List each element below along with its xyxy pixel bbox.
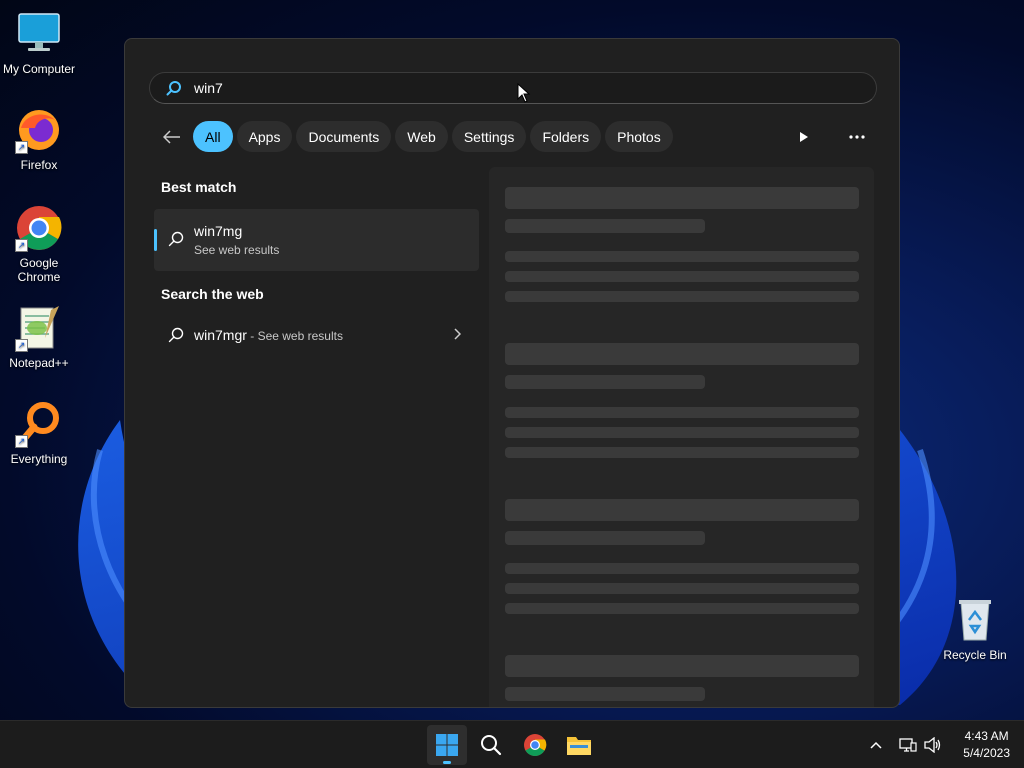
- search-panel: All Apps Documents Web Settings Folders …: [124, 38, 900, 708]
- skeleton-line: [505, 531, 705, 545]
- search-box[interactable]: [149, 72, 877, 104]
- filter-settings[interactable]: Settings: [451, 121, 527, 152]
- shortcut-arrow-icon: ↗: [15, 435, 28, 448]
- skeleton-line: [505, 219, 705, 233]
- filter-folders[interactable]: Folders: [530, 121, 602, 152]
- chrome-icon: ↗: [15, 204, 63, 252]
- start-button[interactable]: [427, 725, 467, 765]
- web-result-title: win7mgr: [194, 327, 247, 343]
- search-input[interactable]: [194, 80, 794, 96]
- ellipsis-icon: [849, 135, 865, 139]
- clock-button[interactable]: 4:43 AM 5/4/2023: [963, 728, 1010, 762]
- notepadpp-icon: ↗: [15, 304, 63, 352]
- desktop-icon-label: Everything: [10, 452, 68, 466]
- filter-documents[interactable]: Documents: [296, 121, 392, 152]
- monitor-icon: [15, 10, 63, 58]
- search-icon: [168, 231, 184, 247]
- back-button[interactable]: [157, 122, 187, 152]
- desktop-icon-notepadpp[interactable]: ↗ Notepad++: [0, 304, 78, 370]
- selection-accent: [154, 229, 157, 251]
- speaker-icon: [924, 737, 941, 753]
- desktop-icon-label: Firefox: [20, 158, 58, 172]
- desktop-icon-label: Notepad++: [9, 356, 69, 370]
- skeleton-line: [505, 563, 859, 574]
- chevron-right-icon[interactable]: [453, 328, 461, 340]
- desktop-icon-recycle-bin[interactable]: Recycle Bin: [936, 596, 1014, 662]
- skeleton-line: [505, 407, 859, 418]
- more-options-button[interactable]: [845, 126, 869, 148]
- skeleton-line: [505, 583, 859, 594]
- arrow-left-icon: [163, 129, 180, 144]
- folder-icon: [567, 737, 591, 755]
- desktop-icon-everything[interactable]: ↗ Everything: [0, 400, 78, 466]
- firefox-icon: ↗: [15, 106, 63, 154]
- search-icon: [168, 327, 184, 343]
- web-heading: Search the web: [161, 286, 264, 302]
- shortcut-arrow-icon: ↗: [15, 141, 28, 154]
- shortcut-arrow-icon: ↗: [15, 239, 28, 252]
- web-result-suffix: - See web results: [246, 329, 343, 343]
- chrome-icon: [524, 734, 547, 756]
- desktop-icon-firefox[interactable]: ↗ Firefox: [0, 106, 78, 172]
- filter-apps[interactable]: Apps: [236, 121, 293, 152]
- taskbar-file-explorer-button[interactable]: [559, 725, 599, 765]
- skeleton-line: [505, 251, 859, 262]
- network-icon: [899, 738, 917, 752]
- everything-search-icon: ↗: [15, 400, 63, 448]
- desktop-icon-label: My Computer: [2, 62, 76, 76]
- preview-pane: [489, 167, 874, 707]
- clock-time: 4:43 AM: [964, 729, 1009, 743]
- filter-photos[interactable]: Photos: [605, 121, 673, 152]
- volume-button[interactable]: [922, 725, 944, 765]
- mouse-cursor-icon: [517, 83, 531, 103]
- desktop-icon-label: Recycle Bin: [943, 648, 1007, 662]
- skeleton-title: [505, 343, 859, 365]
- skeleton-line: [505, 687, 705, 701]
- desktop-icon-label: Google Chrome: [17, 256, 61, 284]
- filter-bar: All Apps Documents Web Settings Folders …: [157, 121, 677, 152]
- clock-date: 5/4/2023: [963, 746, 1010, 760]
- more-filters-button[interactable]: [793, 126, 815, 148]
- desktop-icon-chrome[interactable]: ↗ Google Chrome: [0, 204, 78, 284]
- taskbar-chrome-button[interactable]: [515, 725, 555, 765]
- best-match-title: win7mg: [194, 223, 243, 239]
- skeleton-title: [505, 499, 859, 521]
- skeleton-title: [505, 655, 859, 677]
- skeleton-line: [505, 603, 859, 614]
- search-icon: [481, 735, 502, 756]
- best-match-item[interactable]: win7mg See web results: [154, 209, 479, 271]
- filter-web[interactable]: Web: [395, 121, 448, 152]
- best-match-heading: Best match: [161, 179, 237, 195]
- network-button[interactable]: [897, 725, 919, 765]
- chevron-up-icon: [870, 741, 882, 749]
- shortcut-arrow-icon: ↗: [15, 339, 28, 352]
- skeleton-title: [505, 187, 859, 209]
- windows-logo-icon: [436, 734, 458, 756]
- show-hidden-icons-button[interactable]: [866, 725, 886, 765]
- web-result-text: win7mgr - See web results: [194, 327, 343, 343]
- web-result-item[interactable]: win7mgr - See web results: [154, 319, 479, 351]
- skeleton-line: [505, 427, 859, 438]
- skeleton-line: [505, 291, 859, 302]
- skeleton-line: [505, 375, 705, 389]
- desktop-icon-my-computer[interactable]: My Computer: [0, 10, 78, 76]
- skeleton-line: [505, 447, 859, 458]
- filter-all[interactable]: All: [193, 121, 233, 152]
- play-icon: [800, 132, 808, 142]
- search-icon: [166, 81, 181, 96]
- taskbar: 4:43 AM 5/4/2023: [0, 720, 1024, 768]
- best-match-subtitle: See web results: [194, 243, 280, 257]
- taskbar-search-button[interactable]: [471, 725, 511, 765]
- recycle-bin-icon: [951, 596, 999, 644]
- skeleton-line: [505, 271, 859, 282]
